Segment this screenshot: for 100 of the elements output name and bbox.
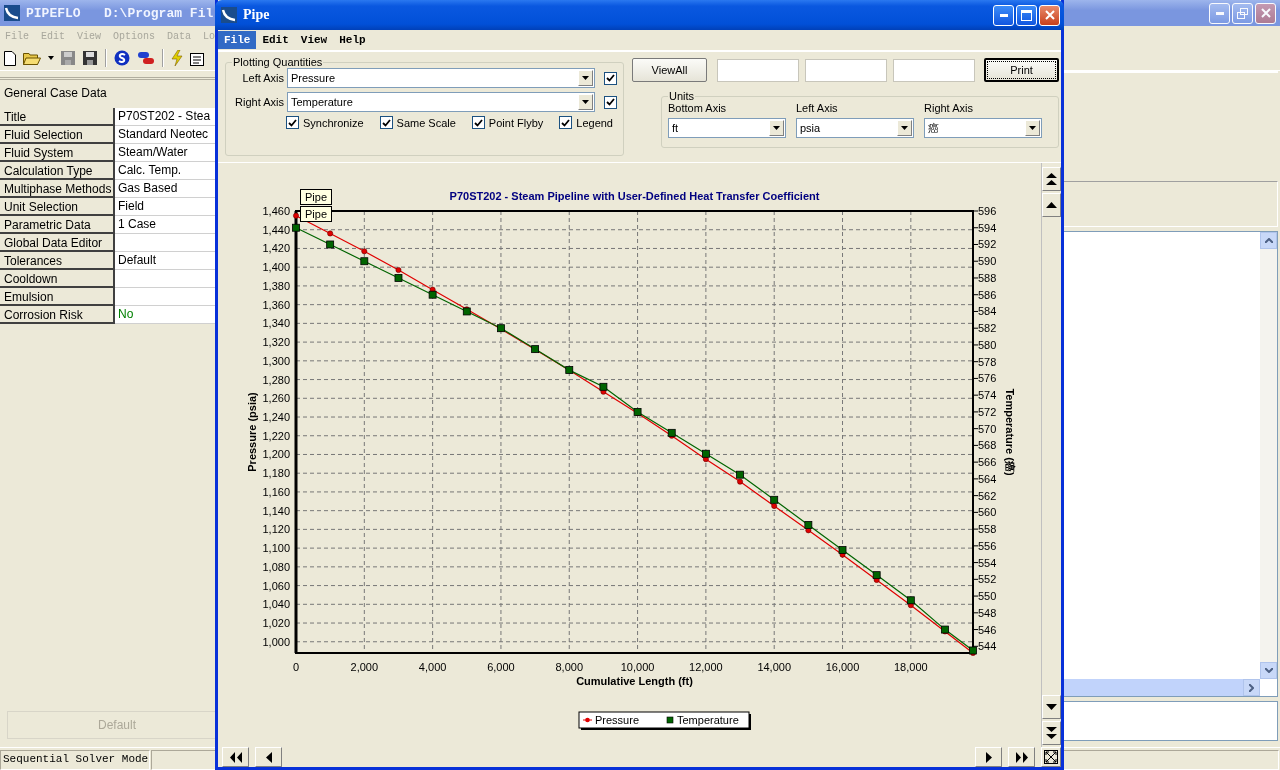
tick-label: 554	[972, 556, 997, 569]
tick-label: 580	[972, 338, 997, 351]
y2-tick-label: 552	[978, 573, 997, 586]
tick-label: 1,280	[262, 373, 290, 386]
y2-tick-label: 568	[978, 439, 997, 452]
tick-label: 578	[972, 355, 997, 368]
tick-label: 1,180	[262, 467, 290, 480]
field-label: Right Axis	[924, 102, 974, 114]
tick-label: 1,260	[262, 392, 290, 405]
tick-label: 568	[972, 439, 997, 452]
tick-label: 546	[972, 623, 997, 636]
y2-tick-label: 584	[978, 305, 997, 318]
y2-tick-label: 562	[978, 489, 997, 502]
tick-label: 1,420	[262, 242, 290, 255]
tick-label: 552	[972, 573, 997, 586]
tick-label: 582	[972, 322, 997, 335]
y2-tick-label: 554	[978, 556, 997, 569]
tick-label: 1,040	[262, 598, 290, 611]
tick-label: 574	[972, 389, 997, 402]
tick-label: 14,000	[757, 661, 792, 673]
tick-label: 1,340	[262, 317, 290, 330]
tick-label: 1,300	[262, 354, 290, 367]
y2-tick-label: 550	[978, 590, 997, 603]
y2-tick-label: 558	[978, 523, 997, 536]
panel-title: General Case Data	[3, 85, 108, 102]
tick-label: 1,220	[262, 429, 290, 442]
tick-label: 1,400	[262, 261, 290, 274]
y2-tick-label: 582	[978, 322, 997, 335]
tick-label: 2,000	[350, 661, 379, 673]
tick-label: 590	[972, 255, 997, 268]
tick-label: 584	[972, 305, 997, 318]
y2-tick-label: 594	[978, 221, 997, 234]
tick-label: 588	[972, 271, 997, 284]
tick-label: 1,160	[262, 485, 290, 498]
chart-title: P70ST202 - Steam Pipeline with User-Defined Heat Transfer Coefficient	[449, 190, 820, 202]
y2-tick-label: 586	[978, 288, 997, 301]
tick-label: 1,380	[262, 279, 290, 292]
legend-label: Pressure	[595, 714, 640, 726]
tick-label: 6,000	[487, 661, 515, 673]
tick-label: 10,000	[620, 661, 655, 673]
tick-label: 548	[972, 606, 997, 619]
tick-label: 560	[972, 506, 997, 519]
y2-tick-label: 548	[978, 606, 997, 619]
field-label: Bottom Axis	[668, 102, 728, 114]
tick-label: 4,000	[418, 661, 447, 673]
y2-tick-label: 576	[978, 372, 997, 385]
field-label: Right Axis	[234, 96, 284, 108]
tick-label: 1,100	[262, 542, 290, 555]
tick-label: 564	[972, 472, 997, 485]
tick-label: 1,360	[262, 298, 290, 311]
y2-tick-label: 588	[978, 271, 997, 284]
y2-tick-label: 574	[978, 389, 997, 402]
y2-tick-label: 590	[978, 255, 997, 268]
tick-label: 1,080	[262, 560, 290, 573]
y2-tick-label: 560	[978, 506, 997, 519]
tick-label: 8,000	[555, 661, 583, 673]
y2-tick-label: 596	[978, 205, 997, 217]
y2-tick-label: 592	[978, 238, 997, 251]
window-title: Pipe	[243, 7, 270, 23]
tick-label: 1,120	[262, 523, 290, 536]
legend-label: Temperature	[677, 714, 739, 726]
group-title: Units	[668, 90, 696, 102]
annotation: Pipe	[304, 208, 328, 220]
y2-tick-label: 580	[978, 338, 997, 351]
tick-label: 1,000	[262, 635, 290, 648]
tick-label: 1,440	[262, 223, 290, 236]
tick-label: 596	[972, 205, 997, 217]
tick-label: 576	[972, 372, 997, 385]
tick-label: 0	[292, 661, 300, 673]
y2-tick-label: 556	[978, 539, 997, 552]
y2-tick-label: 572	[978, 405, 997, 418]
axis-title: Temperature (癌)	[1004, 388, 1016, 476]
tick-label: 556	[972, 539, 997, 552]
tick-label: 16,000	[825, 661, 860, 673]
point-tooltip: Pipe	[300, 189, 332, 205]
tick-label: 1,020	[262, 617, 290, 630]
tick-label: 594	[972, 221, 997, 234]
y2-tick-label: 566	[978, 456, 997, 469]
tick-label: 1,460	[262, 205, 290, 217]
tick-label: 566	[972, 456, 997, 469]
status-text: Sequential Solver Mode	[0, 750, 150, 770]
tick-label: 558	[972, 523, 997, 536]
tick-label: 592	[972, 238, 997, 251]
tick-label: 572	[972, 405, 997, 418]
tick-label: 570	[972, 422, 997, 435]
field-label: Left Axis	[796, 102, 839, 114]
tick-label: 1,200	[262, 448, 290, 461]
tick-label: 1,060	[262, 579, 290, 592]
tick-label: 550	[972, 590, 997, 603]
field-label: Left Axis	[241, 72, 284, 84]
tick-label: 544	[972, 640, 997, 653]
tick-label: 586	[972, 288, 997, 301]
tick-label: 1,320	[262, 336, 290, 349]
tick-label: 1,240	[262, 411, 290, 423]
tick-label: 12,000	[689, 661, 723, 673]
axis-title: Pressure (psia)	[246, 392, 258, 472]
y2-tick-label: 546	[978, 623, 997, 636]
point-tooltip: Pipe	[300, 206, 332, 222]
y2-tick-label: 564	[978, 472, 997, 485]
y2-tick-label: 578	[978, 355, 997, 368]
